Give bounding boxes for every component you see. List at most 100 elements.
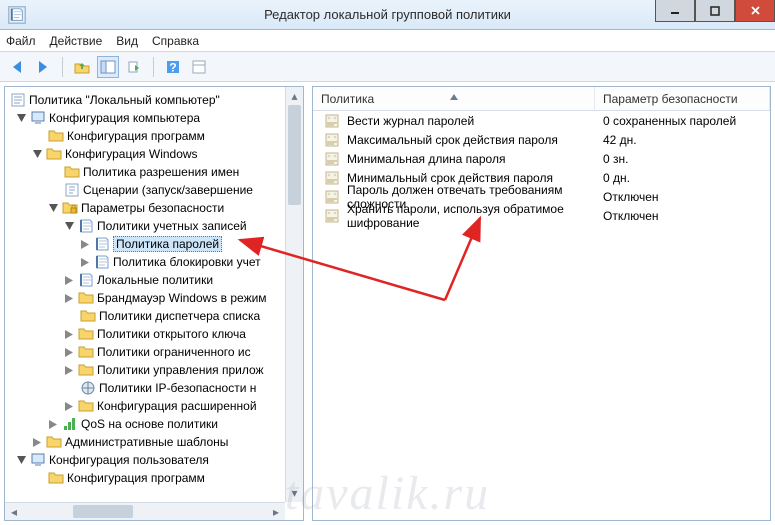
expand-icon[interactable] — [63, 346, 75, 358]
computer-icon — [30, 452, 46, 468]
expand-icon[interactable] — [63, 400, 75, 412]
tree-user-software-config[interactable]: Конфигурация программ — [5, 469, 303, 487]
policy-name: Минимальная длина пароля — [347, 152, 505, 166]
folder-icon — [78, 326, 94, 342]
computer-icon — [30, 110, 46, 126]
policy-icon — [324, 208, 340, 224]
scroll-left-icon[interactable]: ◂ — [5, 503, 23, 520]
collapse-icon[interactable] — [47, 202, 59, 214]
policy-value: 42 дн. — [603, 133, 637, 147]
policy-value: 0 зн. — [603, 152, 628, 166]
scroll-right-icon[interactable]: ▸ — [267, 503, 285, 520]
collapse-icon[interactable] — [15, 454, 27, 466]
tree-horizontal-scrollbar[interactable]: ◂ ▸ — [5, 502, 285, 520]
scroll-down-icon[interactable]: ▾ — [286, 484, 303, 502]
tree-label: Политики учетных записей — [97, 219, 247, 233]
collapse-icon[interactable] — [31, 148, 43, 160]
minimize-button[interactable] — [655, 0, 695, 22]
tree-admin-templates[interactable]: Административные шаблоны — [5, 433, 303, 451]
back-button[interactable] — [6, 56, 28, 78]
tree-name-resolution[interactable]: Политика разрешения имен — [5, 163, 303, 181]
export-list-button[interactable] — [123, 56, 145, 78]
tree-lockout-policy[interactable]: Политика блокировки учет — [5, 253, 303, 271]
column-header-policy[interactable]: Политика — [313, 87, 595, 110]
scroll-thumb[interactable] — [288, 105, 301, 205]
list-pane: Политика Параметр безопасности Вести жур… — [312, 86, 771, 521]
tree-dispatcher-policies[interactable]: Политики диспетчера списка — [5, 307, 303, 325]
policy-name: Вести журнал паролей — [347, 114, 474, 128]
toolbar-separator — [62, 57, 63, 77]
close-button[interactable] — [735, 0, 775, 22]
list-row[interactable]: Хранить пароли, используя обратимое шифр… — [313, 206, 770, 225]
tree-user-config[interactable]: Конфигурация пользователя — [5, 451, 303, 469]
policy-name: Максимальный срок действия пароля — [347, 133, 558, 147]
scroll-thumb[interactable] — [73, 505, 133, 518]
menu-help[interactable]: Справка — [152, 34, 199, 48]
sort-ascending-icon — [450, 89, 458, 103]
folder-icon — [48, 470, 64, 486]
show-hide-tree-button[interactable] — [97, 56, 119, 78]
tree-qos[interactable]: QoS на основе политики — [5, 415, 303, 433]
tree-vertical-scrollbar[interactable]: ▴ ▾ — [285, 87, 303, 502]
collapse-icon[interactable] — [63, 220, 75, 232]
tree-public-key[interactable]: Политики открытого ключа — [5, 325, 303, 343]
column-label: Параметр безопасности — [603, 92, 738, 106]
expand-icon[interactable] — [47, 418, 59, 430]
tree-label: Параметры безопасности — [81, 201, 224, 215]
properties-button[interactable] — [188, 56, 210, 78]
tree-windows-firewall[interactable]: Брандмауэр Windows в режим — [5, 289, 303, 307]
folder-icon — [78, 344, 94, 360]
tree-label: Конфигурация расширенной — [97, 399, 257, 413]
column-header-param[interactable]: Параметр безопасности — [595, 87, 770, 110]
policy-tree[interactable]: Политика "Локальный компьютер" Конфигура… — [5, 87, 303, 520]
tree-label: Политики управления прилож — [97, 363, 264, 377]
expand-icon[interactable] — [63, 274, 75, 286]
scroll-up-icon[interactable]: ▴ — [286, 87, 303, 105]
ipsec-icon — [80, 380, 96, 396]
list-row[interactable]: Вести журнал паролей 0 сохраненных пароле… — [313, 111, 770, 130]
tree-restricted-software[interactable]: Политики ограниченного ис — [5, 343, 303, 361]
expand-icon[interactable] — [63, 292, 75, 304]
toolbar — [0, 52, 775, 82]
folder-icon — [46, 146, 62, 162]
forward-button[interactable] — [32, 56, 54, 78]
up-one-level-button[interactable] — [71, 56, 93, 78]
menu-view[interactable]: Вид — [116, 34, 138, 48]
tree-label: Политика блокировки учет — [113, 255, 261, 269]
expand-icon[interactable] — [79, 256, 91, 268]
collapse-icon[interactable] — [15, 112, 27, 124]
help-button[interactable] — [162, 56, 184, 78]
tree-password-policy[interactable]: Политика паролей — [5, 235, 303, 253]
menu-file[interactable]: Файл — [6, 34, 36, 48]
policy-value: 0 сохраненных паролей — [603, 114, 736, 128]
expand-icon[interactable] — [63, 364, 75, 376]
toolbar-separator — [153, 57, 154, 77]
tree-ipsec[interactable]: Политики IP-безопасности н — [5, 379, 303, 397]
tree-root[interactable]: Политика "Локальный компьютер" — [5, 91, 303, 109]
tree-pane: Политика "Локальный компьютер" Конфигура… — [4, 86, 304, 521]
tree-scripts[interactable]: Сценарии (запуск/завершение — [5, 181, 303, 199]
expand-icon[interactable] — [79, 238, 91, 250]
policy-value: Отключен — [603, 209, 659, 223]
tree-advanced-audit[interactable]: Конфигурация расширенной — [5, 397, 303, 415]
policy-value: Отключен — [603, 190, 659, 204]
list-row[interactable]: Минимальная длина пароля 0 зн. — [313, 149, 770, 168]
tree-computer-config[interactable]: Конфигурация компьютера — [5, 109, 303, 127]
folder-lock-icon — [62, 200, 78, 216]
tree-account-policies[interactable]: Политики учетных записей — [5, 217, 303, 235]
maximize-button[interactable] — [695, 0, 735, 22]
qos-icon — [62, 416, 78, 432]
menu-action[interactable]: Действие — [50, 34, 103, 48]
script-icon — [64, 182, 80, 198]
list-body[interactable]: Вести журнал паролей 0 сохраненных пароле… — [313, 111, 770, 520]
tree-security-settings[interactable]: Параметры безопасности — [5, 199, 303, 217]
tree-software-config[interactable]: Конфигурация программ — [5, 127, 303, 145]
tree-app-control[interactable]: Политики управления прилож — [5, 361, 303, 379]
tree-label: Конфигурация компьютера — [49, 111, 200, 125]
tree-windows-config[interactable]: Конфигурация Windows — [5, 145, 303, 163]
tree-label: Административные шаблоны — [65, 435, 228, 449]
tree-local-policies[interactable]: Локальные политики — [5, 271, 303, 289]
expand-icon[interactable] — [31, 436, 43, 448]
expand-icon[interactable] — [63, 328, 75, 340]
list-row[interactable]: Максимальный срок действия пароля 42 дн. — [313, 130, 770, 149]
